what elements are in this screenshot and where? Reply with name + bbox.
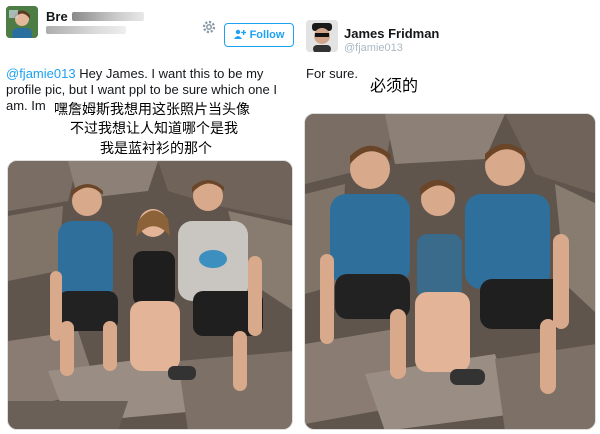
user-avatar[interactable] [6, 6, 38, 38]
chinese-caption-line3: 我是蓝衬衫的那个 [100, 140, 212, 159]
chinese-caption-line1: 嘿詹姆斯我想用这张照片当头像 [54, 101, 250, 120]
user-handle[interactable]: @fjamie013 [344, 42, 403, 54]
gear-icon[interactable] [202, 20, 216, 38]
chinese-caption-line2: 不过我想让人知道哪个是我 [70, 120, 238, 139]
tweet-photo[interactable] [7, 160, 293, 430]
add-user-icon [233, 29, 246, 42]
chinese-reply: 必须的 [370, 76, 419, 95]
mention-link[interactable]: @fjamie013 [6, 66, 76, 81]
user-name[interactable]: James Fridman [344, 26, 439, 41]
left-tweet: Bre Follow @fjamie013 Hey James. I want … [0, 0, 300, 434]
right-tweet: James Fridman @fjamie013 For sure. 必须的 [300, 0, 600, 434]
redacted-handle [46, 26, 126, 34]
user-name[interactable]: Bre [46, 9, 68, 24]
reply-text: For sure. [306, 66, 359, 81]
redacted-name [72, 12, 144, 21]
follow-button[interactable]: Follow [224, 23, 294, 47]
user-avatar[interactable] [306, 20, 338, 52]
follow-label: Follow [249, 29, 285, 41]
tweet-photo[interactable] [304, 113, 596, 430]
